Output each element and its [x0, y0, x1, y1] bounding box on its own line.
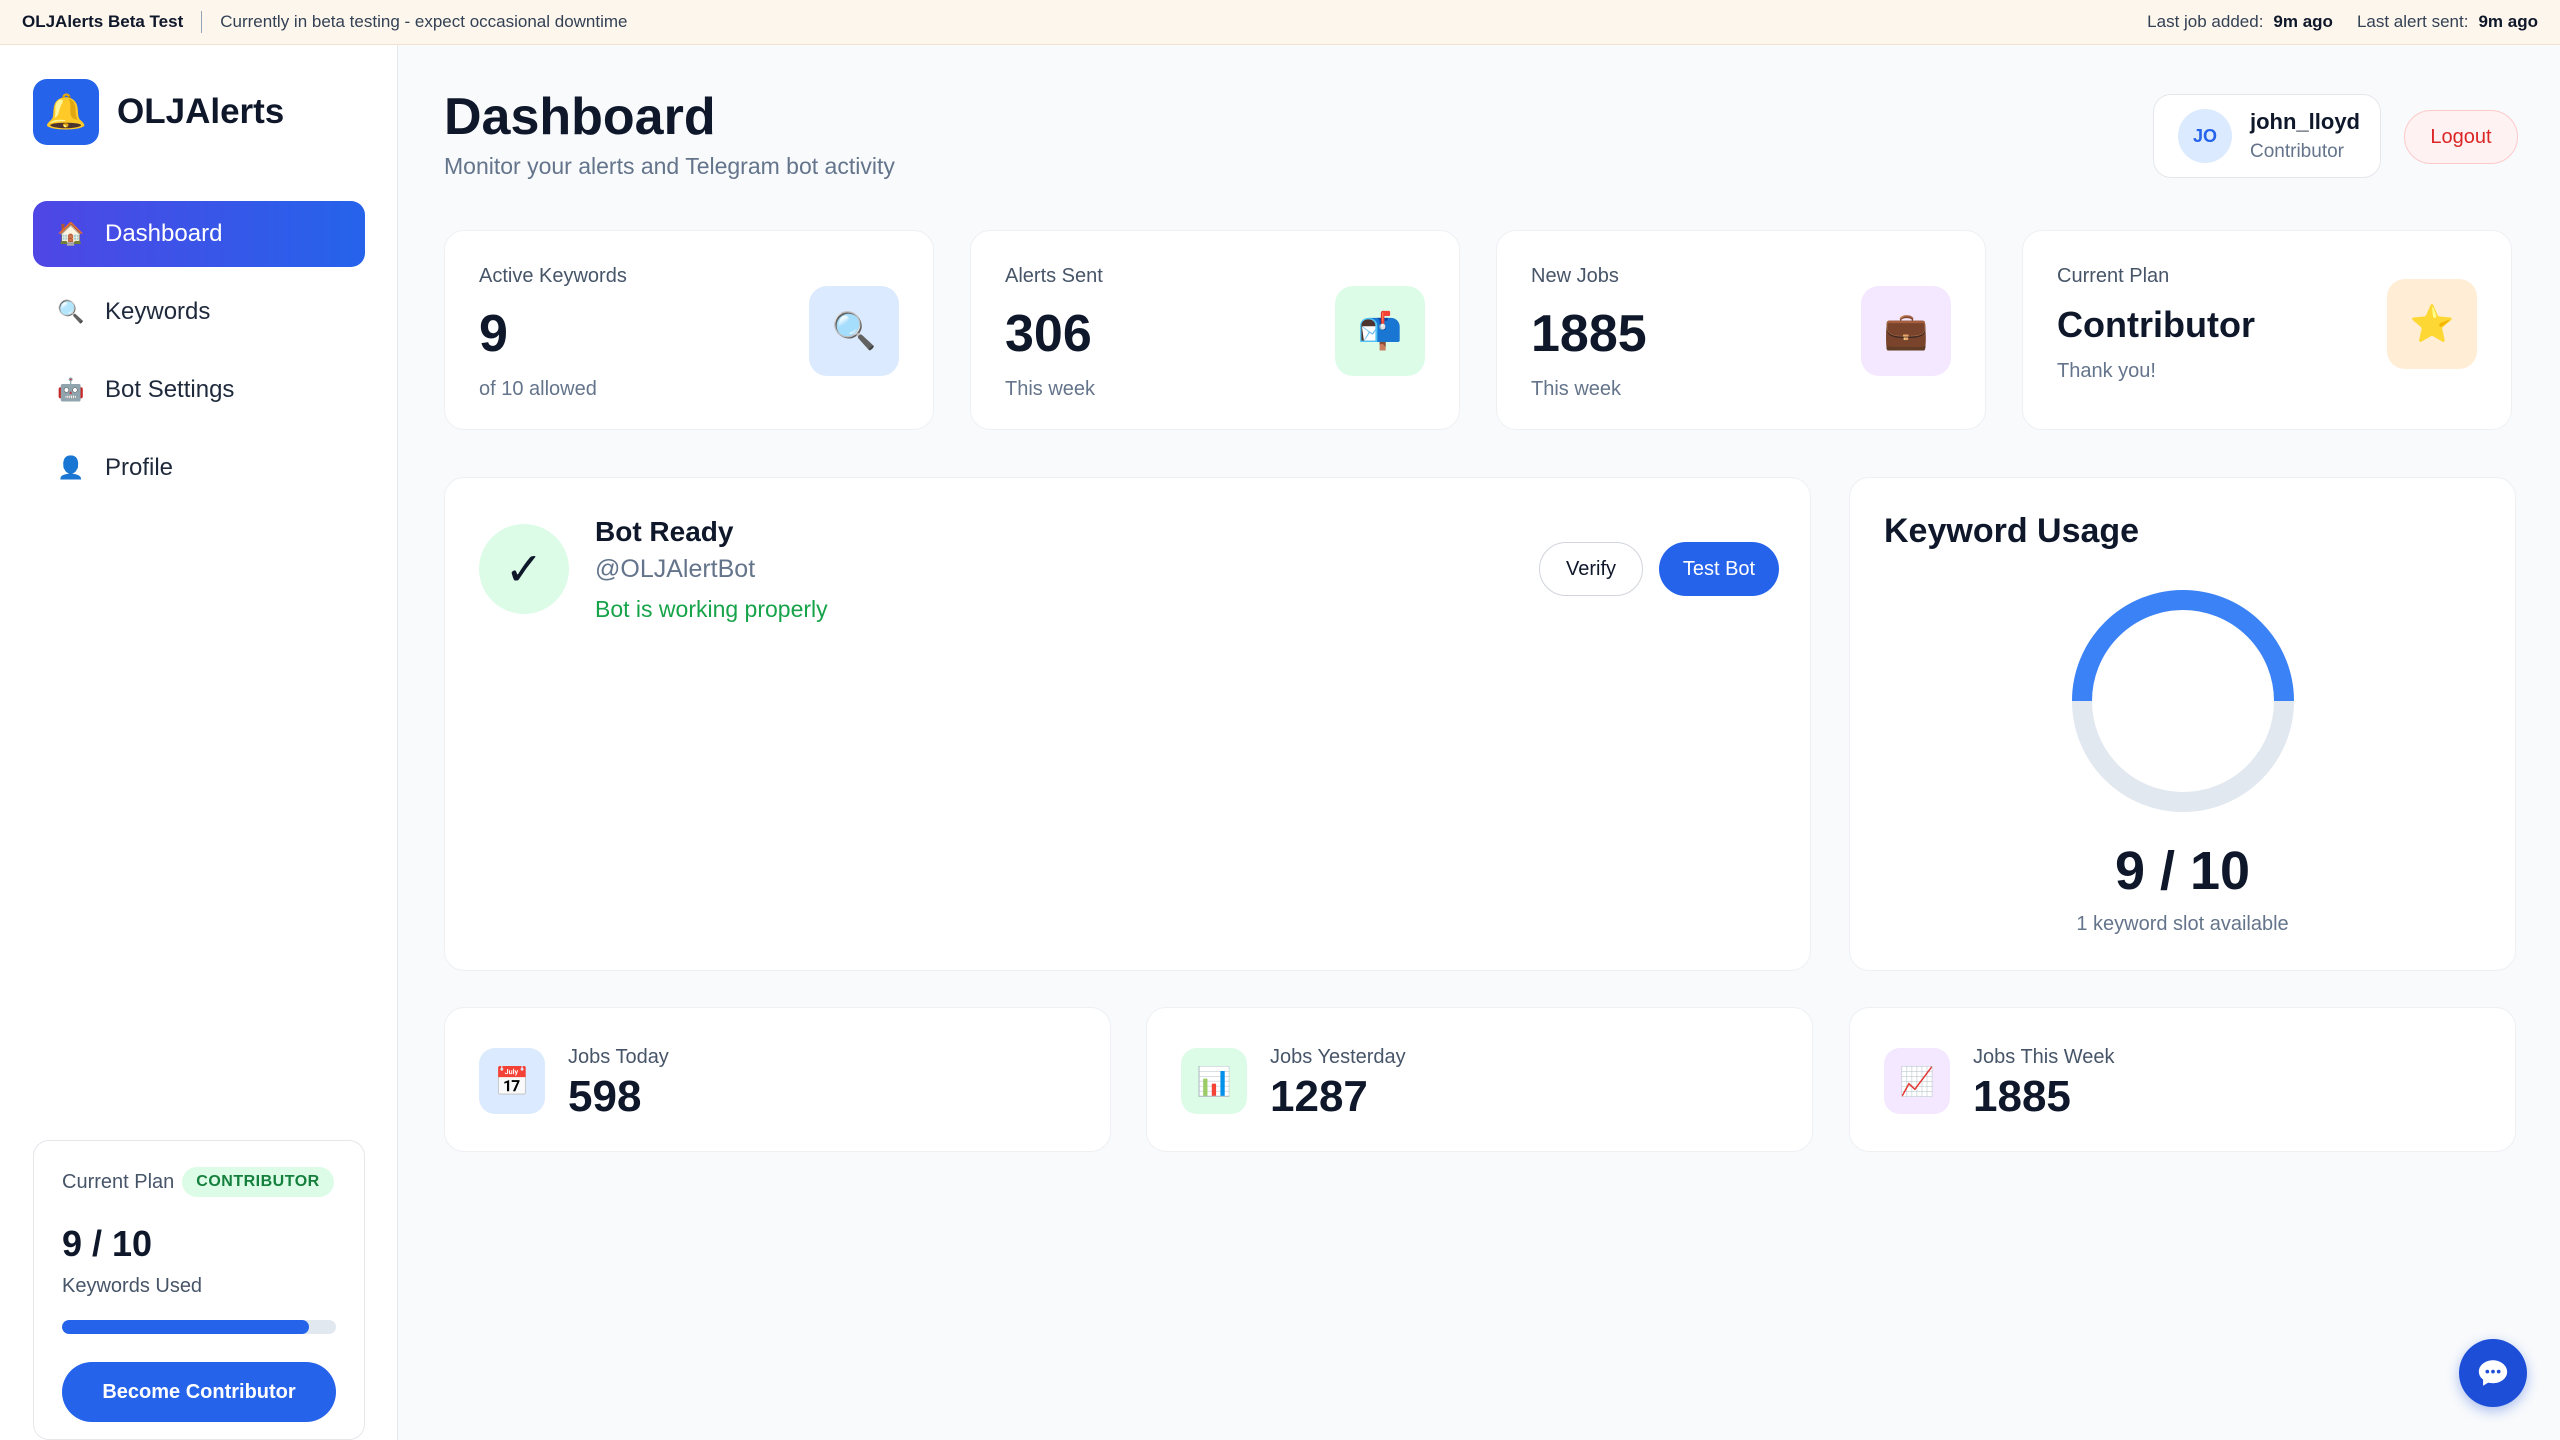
last-job-value: 9m ago [2273, 12, 2333, 31]
stat-card-current-plan: Current Plan Contributor Thank you! ⭐ [2022, 230, 2512, 430]
plan-progress-bar [62, 1320, 336, 1334]
bot-status-text: Bot is working properly [595, 596, 828, 622]
avatar: JO [2178, 109, 2232, 163]
magnifier-icon: 🔍 [809, 286, 899, 376]
plan-header: Current Plan CONTRIBUTOR [62, 1167, 336, 1197]
stat-label: New Jobs [1531, 265, 1619, 287]
sidebar: 🔔 OLJAlerts 🏠 Dashboard 🔍 Keywords 🤖 Bot… [0, 45, 398, 1440]
plan-usage-label: Keywords Used [62, 1275, 203, 1297]
keyword-usage-card: Keyword Usage 9 / 10 1 keyword slot avai… [1849, 477, 2516, 971]
calendar-icon: 📅 [479, 1048, 545, 1114]
plan-usage: 9 / 10 [62, 1223, 153, 1264]
job-value: 1287 [1270, 1072, 1368, 1121]
stat-label: Active Keywords [479, 265, 627, 287]
stat-card-new-jobs: New Jobs 1885 This week 💼 [1496, 230, 1986, 430]
sidebar-item-label: Profile [105, 454, 174, 481]
mailbox-icon: 📬 [1335, 286, 1425, 376]
beta-banner: OLJAlerts Beta Test Currently in beta te… [0, 0, 2560, 45]
bot-title: Bot Ready [595, 516, 734, 547]
plan-badge: CONTRIBUTOR [182, 1167, 334, 1197]
sidebar-item-label: Dashboard [105, 220, 223, 247]
page-subtitle: Monitor your alerts and Telegram bot act… [444, 153, 895, 179]
last-job-label: Last job added: [2147, 12, 2264, 31]
plan-progress-fill [62, 1320, 309, 1334]
jobs-yesterday-card: 📊 Jobs Yesterday 1287 [1146, 1007, 1813, 1152]
user-chip[interactable]: JO john_lloyd Contributor [2153, 94, 2381, 178]
bell-icon: 🔔 [33, 79, 99, 145]
stat-label: Alerts Sent [1005, 265, 1103, 287]
beta-title: OLJAlerts Beta Test [22, 12, 184, 31]
page-title: Dashboard [444, 88, 716, 146]
main-content: Dashboard Monitor your alerts and Telegr… [444, 45, 2518, 1440]
keyword-usage-value: 9 / 10 [2114, 841, 2251, 901]
bot-status-card: ✓ Bot Ready @OLJAlertBot Bot is working … [444, 477, 1811, 971]
ring-progress [2072, 590, 2294, 702]
user-name: john_lloyd [2250, 109, 2360, 134]
sidebar-item-profile[interactable]: 👤 Profile [33, 435, 365, 501]
stat-sub: This week [1005, 378, 1096, 400]
last-alert-value: 9m ago [2478, 12, 2538, 31]
keyword-usage-title: Keyword Usage [1884, 512, 2140, 550]
magnifier-icon: 🔍 [57, 299, 85, 324]
become-contributor-button[interactable]: Become Contributor [62, 1362, 336, 1422]
beta-message: Currently in beta testing - expect occas… [220, 12, 628, 31]
briefcase-icon: 💼 [1861, 286, 1951, 376]
keyword-usage-ring [2072, 590, 2294, 812]
verify-button[interactable]: Verify [1539, 542, 1643, 596]
trend-chart-icon: 📈 [1884, 1048, 1950, 1114]
stat-sub: of 10 allowed [479, 378, 597, 400]
sidebar-nav: 🏠 Dashboard 🔍 Keywords 🤖 Bot Settings 👤 … [33, 201, 365, 513]
sidebar-item-label: Keywords [105, 298, 211, 325]
chat-bubble-icon [2478, 1360, 2508, 1386]
brand[interactable]: 🔔 OLJAlerts [33, 79, 284, 145]
robot-icon: 🤖 [57, 377, 85, 402]
person-icon: 👤 [57, 455, 85, 480]
user-role: Contributor [2250, 141, 2344, 162]
test-bot-button[interactable]: Test Bot [1659, 542, 1779, 596]
activity-status: Last job added: 9m ago Last alert sent: … [2147, 12, 2538, 32]
sidebar-item-keywords[interactable]: 🔍 Keywords [33, 279, 365, 345]
checkmark-icon: ✓ [479, 524, 569, 614]
brand-name: OLJAlerts [117, 92, 285, 131]
jobs-this-week-card: 📈 Jobs This Week 1885 [1849, 1007, 2516, 1152]
plan-label: Current Plan [62, 1170, 175, 1193]
job-value: 598 [568, 1072, 642, 1121]
keyword-slots-available: 1 keyword slot available [2076, 913, 2289, 935]
stat-sub: This week [1531, 378, 1622, 400]
jobs-today-card: 📅 Jobs Today 598 [444, 1007, 1111, 1152]
job-value: 1885 [1973, 1072, 2071, 1121]
sidebar-item-bot-settings[interactable]: 🤖 Bot Settings [33, 357, 365, 423]
user-meta: john_lloyd Contributor [2250, 109, 2360, 163]
stat-card-alerts-sent: Alerts Sent 306 This week 📬 [970, 230, 1460, 430]
chat-button[interactable] [2459, 1339, 2527, 1407]
house-icon: 🏠 [57, 221, 85, 246]
divider [201, 11, 203, 33]
plan-card: Current Plan CONTRIBUTOR 9 / 10 Keywords… [33, 1140, 365, 1440]
sidebar-item-label: Bot Settings [105, 376, 235, 403]
job-label: Jobs This Week [1973, 1046, 2115, 1068]
bot-handle: @OLJAlertBot [595, 555, 756, 583]
job-label: Jobs Today [568, 1046, 669, 1068]
job-label: Jobs Yesterday [1270, 1046, 1406, 1068]
logout-button[interactable]: Logout [2404, 110, 2518, 164]
stat-card-active-keywords: Active Keywords 9 of 10 allowed 🔍 [444, 230, 934, 430]
sidebar-item-dashboard[interactable]: 🏠 Dashboard [33, 201, 365, 267]
star-icon: ⭐ [2387, 279, 2477, 369]
bar-chart-icon: 📊 [1181, 1048, 1247, 1114]
last-alert-label: Last alert sent: [2356, 12, 2469, 31]
